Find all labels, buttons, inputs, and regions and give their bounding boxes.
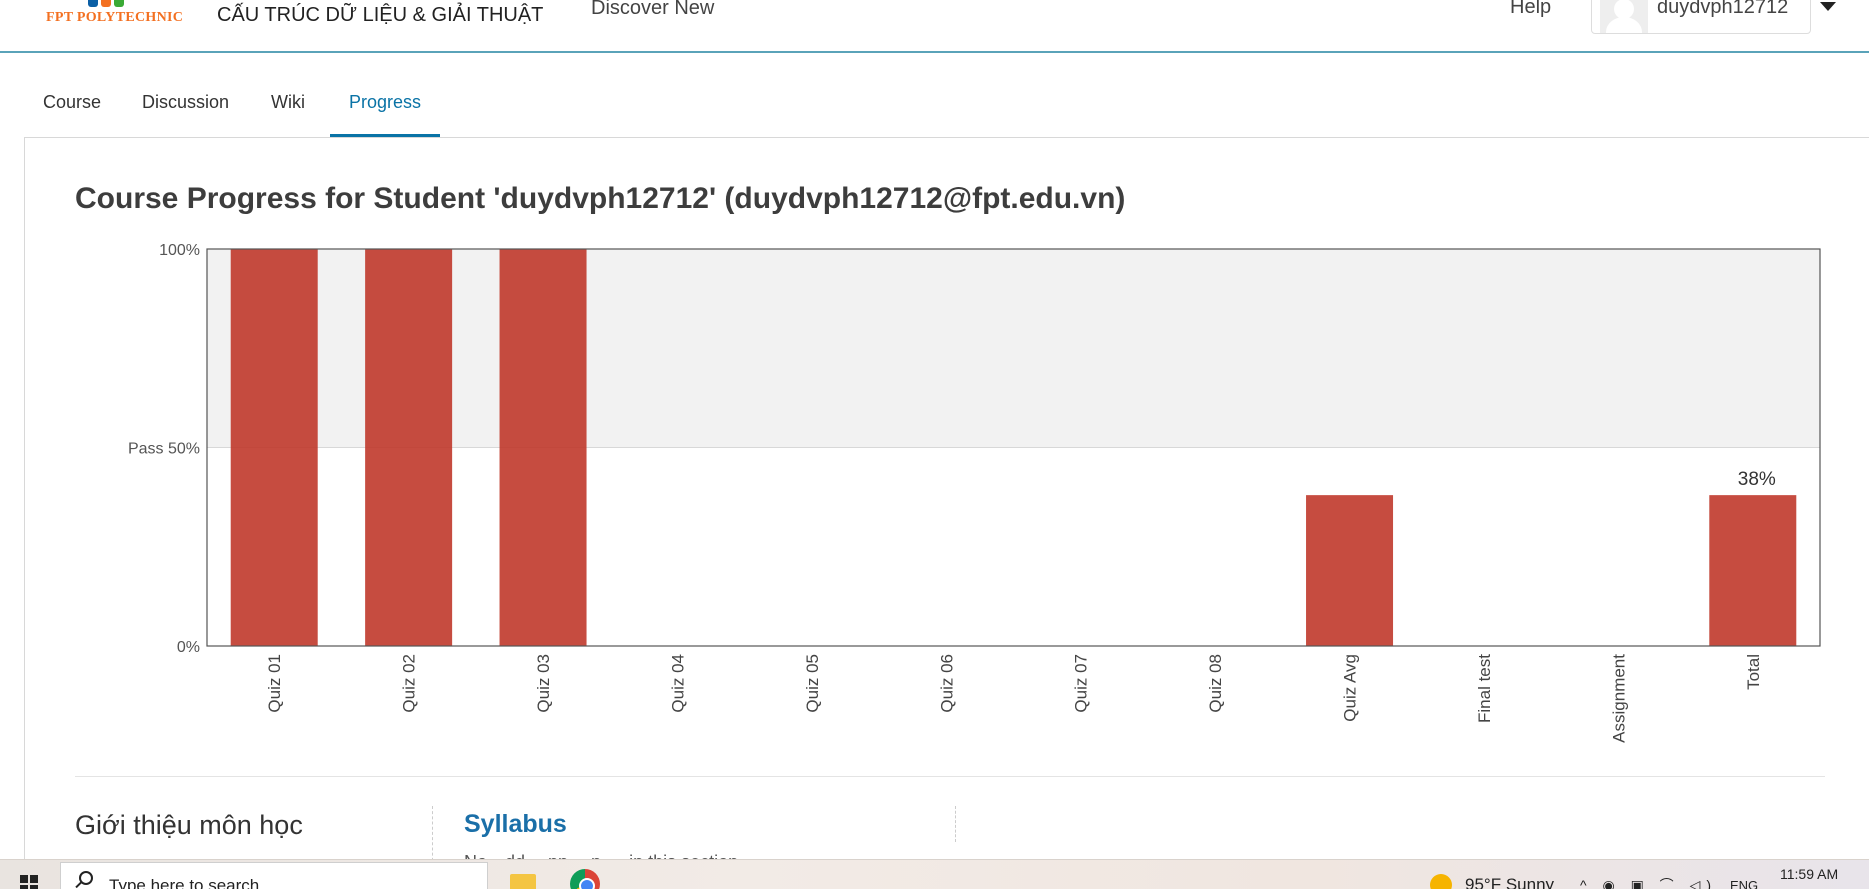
progress-chart: Quiz 01 Quiz 02 Quiz 03 Quiz 04 Quiz 05 Quiz … xyxy=(128,242,1821,743)
section-divider xyxy=(75,776,1825,777)
x-tick-label: Quiz 01 xyxy=(265,654,284,713)
column-separator xyxy=(955,806,956,842)
sun-icon xyxy=(1430,874,1452,889)
x-tick-label: Total xyxy=(1744,654,1763,690)
file-explorer-icon[interactable] xyxy=(510,874,536,889)
x-tick-label: Quiz 08 xyxy=(1206,654,1225,713)
windows-start-icon[interactable] xyxy=(20,875,38,889)
x-tick-label: Quiz Avg xyxy=(1341,654,1360,722)
data-label: 38% xyxy=(1738,469,1776,490)
chrome-icon[interactable] xyxy=(570,869,600,889)
bar-quiz-01 xyxy=(230,249,318,646)
y-tick-label: Pass 50% xyxy=(128,441,200,458)
x-tick-label: Quiz 05 xyxy=(803,654,822,713)
bar-quiz-avg xyxy=(1306,495,1394,646)
x-tick-label: Quiz 02 xyxy=(400,654,419,713)
x-tick-label: Assignment xyxy=(1609,654,1628,743)
taskbar-search-input[interactable]: Type here to search xyxy=(60,862,488,889)
weather-text[interactable]: 95°F Sunny xyxy=(1465,875,1554,889)
bar-total xyxy=(1709,495,1797,646)
y-tick-label: 100% xyxy=(159,242,200,259)
bar-quiz-02 xyxy=(365,249,453,646)
system-tray-icons[interactable]: ^ ◉ ▣ ⌒ ◁) xyxy=(1580,875,1717,889)
x-tick-label: Quiz 07 xyxy=(1072,654,1091,713)
x-tick-label: Final test xyxy=(1475,654,1494,723)
syllabus-link[interactable]: Syllabus xyxy=(464,810,567,839)
intro-title: Giới thiệu môn học xyxy=(75,810,303,840)
x-tick-label: Quiz 06 xyxy=(937,654,956,713)
column-separator xyxy=(432,806,433,866)
language-indicator[interactable]: ENG xyxy=(1730,878,1758,889)
windows-taskbar: Type here to search 95°F Sunny ^ ◉ ▣ ⌒ ◁… xyxy=(0,859,1869,889)
x-tick-label: Quiz 04 xyxy=(668,654,687,713)
x-tick-label: Quiz 03 xyxy=(534,654,553,713)
search-icon xyxy=(79,871,93,885)
clock[interactable]: 11:59 AM xyxy=(1780,866,1838,882)
bar-quiz-03 xyxy=(499,249,587,646)
y-tick-label: 0% xyxy=(177,639,200,656)
search-placeholder: Type here to search xyxy=(109,876,260,889)
